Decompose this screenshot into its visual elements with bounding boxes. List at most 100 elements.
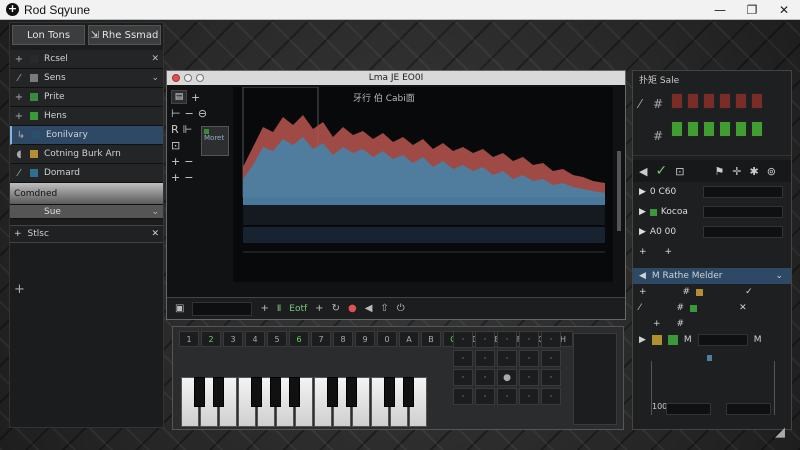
side-pad[interactable]: · [453, 369, 473, 386]
black-key[interactable] [251, 377, 262, 407]
param-meter[interactable] [703, 206, 783, 218]
mute-pad[interactable] [719, 93, 731, 109]
black-key[interactable] [346, 377, 357, 407]
pad-button[interactable]: A [399, 331, 419, 347]
cross-icon[interactable]: ✛ [732, 165, 741, 178]
wheel-icon[interactable]: ✱ [750, 165, 759, 178]
snapshot-icon[interactable]: ▣ [175, 303, 184, 314]
pad-button[interactable]: 3 [223, 331, 243, 347]
section-header[interactable]: + Stlsc ✕ [10, 225, 163, 243]
mute-pad[interactable] [751, 93, 763, 109]
param-meter[interactable] [703, 186, 783, 198]
track-row[interactable]: ◖ Cotning Burk Arn [10, 145, 163, 164]
editor-scrollbar[interactable] [617, 151, 621, 231]
side-pad[interactable]: · [541, 369, 561, 386]
track-row-selected[interactable]: ↳ Eonilvary [10, 126, 163, 145]
chevron-down-icon[interactable]: ⌄ [775, 271, 783, 281]
track-row[interactable]: + Rcsel ✕ [10, 50, 163, 69]
black-key[interactable] [384, 377, 395, 407]
link-icon[interactable]: ⊚ [767, 165, 776, 178]
side-pad[interactable]: · [497, 388, 517, 405]
mini-row[interactable]: ⁄ # ✕ [633, 300, 791, 316]
side-pad[interactable]: · [519, 350, 539, 367]
plus-icon[interactable]: + [665, 247, 673, 257]
close-icon[interactable]: ✕ [151, 54, 159, 64]
side-pad[interactable]: · [519, 369, 539, 386]
pad-button[interactable]: 4 [245, 331, 265, 347]
side-pad[interactable]: · [453, 331, 473, 348]
track-row[interactable]: + Prite [10, 88, 163, 107]
speaker-icon[interactable]: ◀ [365, 303, 373, 314]
power-icon[interactable]: ⏻ [397, 303, 405, 314]
play-icon[interactable]: ▶ [639, 335, 646, 345]
param-row[interactable]: ▶ 0 C60 [633, 182, 791, 202]
pad-button[interactable]: 5 [267, 331, 287, 347]
loop-icon[interactable]: ↻ [332, 303, 340, 314]
record-icon[interactable]: ● [348, 303, 357, 314]
up-arrow-icon[interactable]: ⇧ [380, 303, 388, 314]
chevron-down-icon[interactable]: ⌄ [151, 207, 159, 217]
mini-row[interactable]: + # ✓ [633, 284, 791, 300]
solo-pad[interactable] [751, 121, 763, 137]
play-icon[interactable]: ▶ [639, 187, 646, 197]
scope-field[interactable] [666, 403, 711, 415]
check-icon[interactable]: ✓ [745, 287, 753, 297]
black-key[interactable] [327, 377, 338, 407]
pad-button[interactable]: 2 [201, 331, 221, 347]
side-pad[interactable]: ● [497, 369, 517, 386]
frame-icon[interactable]: ⊡ [675, 165, 684, 178]
plus-icon[interactable]: + [14, 282, 25, 297]
solo-pad[interactable] [703, 121, 715, 137]
track-row[interactable]: Comdned [10, 183, 163, 205]
scope-marker[interactable] [707, 355, 712, 361]
plus-icon[interactable]: + [260, 303, 268, 314]
pad-button[interactable]: 7 [311, 331, 331, 347]
track-row[interactable]: Sue ⌄ [10, 205, 163, 219]
side-pad[interactable]: · [475, 331, 495, 348]
record-icon[interactable]: R [171, 123, 179, 136]
black-key[interactable] [270, 377, 281, 407]
mute-pad[interactable] [735, 93, 747, 109]
minus-icon[interactable]: − [184, 155, 193, 168]
tab-lon-tons[interactable]: Lon Tons [12, 25, 85, 45]
mini-row[interactable]: ▶ M M [633, 332, 791, 348]
side-pad[interactable]: · [453, 388, 473, 405]
pad-button[interactable]: 1 [179, 331, 199, 347]
param-row[interactable]: ▶ A0 00 [633, 222, 791, 242]
side-pad[interactable]: · [541, 388, 561, 405]
pad-button[interactable]: B [421, 331, 441, 347]
solo-pad[interactable] [735, 121, 747, 137]
param-meter[interactable] [703, 226, 783, 238]
solo-pad[interactable] [671, 121, 683, 137]
side-pad[interactable]: · [475, 369, 495, 386]
pin-icon[interactable]: ⁄ [639, 303, 641, 313]
flag-icon[interactable]: ⚑ [714, 165, 724, 178]
pad-button[interactable]: 8 [333, 331, 353, 347]
minimize-button[interactable]: — [704, 3, 736, 17]
black-key[interactable] [213, 377, 224, 407]
black-key[interactable] [289, 377, 300, 407]
route-icon[interactable]: ⊩ [183, 123, 193, 136]
left-arrow-icon[interactable]: ◀ [639, 165, 647, 178]
mute-pad[interactable] [687, 93, 699, 109]
mute-pad[interactable] [703, 93, 715, 109]
track-row[interactable]: ⁄ Sens ⌄ [10, 69, 163, 88]
plus-icon[interactable]: + [315, 303, 323, 314]
editor-position-field[interactable] [192, 301, 253, 316]
plus-icon[interactable]: + [639, 287, 647, 297]
solo-pad[interactable] [719, 121, 731, 137]
lock-icon[interactable]: ⊡ [171, 139, 180, 152]
minus-icon[interactable]: − [185, 107, 194, 120]
play-icon[interactable]: ▶ [639, 207, 646, 217]
pad-button[interactable]: 0 [377, 331, 397, 347]
pad-button[interactable]: 6 [289, 331, 309, 347]
track-row[interactable]: ⁄ Domard [10, 164, 163, 183]
resize-grip-icon[interactable]: ◢ [775, 425, 785, 440]
minus-icon[interactable]: − [184, 171, 193, 184]
side-pad[interactable]: · [541, 331, 561, 348]
side-pad[interactable]: · [475, 350, 495, 367]
section-header[interactable]: ◀ M Rathe Melder ⌄ [633, 268, 791, 284]
plus-icon[interactable]: + [171, 171, 180, 184]
side-pad[interactable]: · [519, 331, 539, 348]
target-icon[interactable]: ⊖ [198, 107, 207, 120]
